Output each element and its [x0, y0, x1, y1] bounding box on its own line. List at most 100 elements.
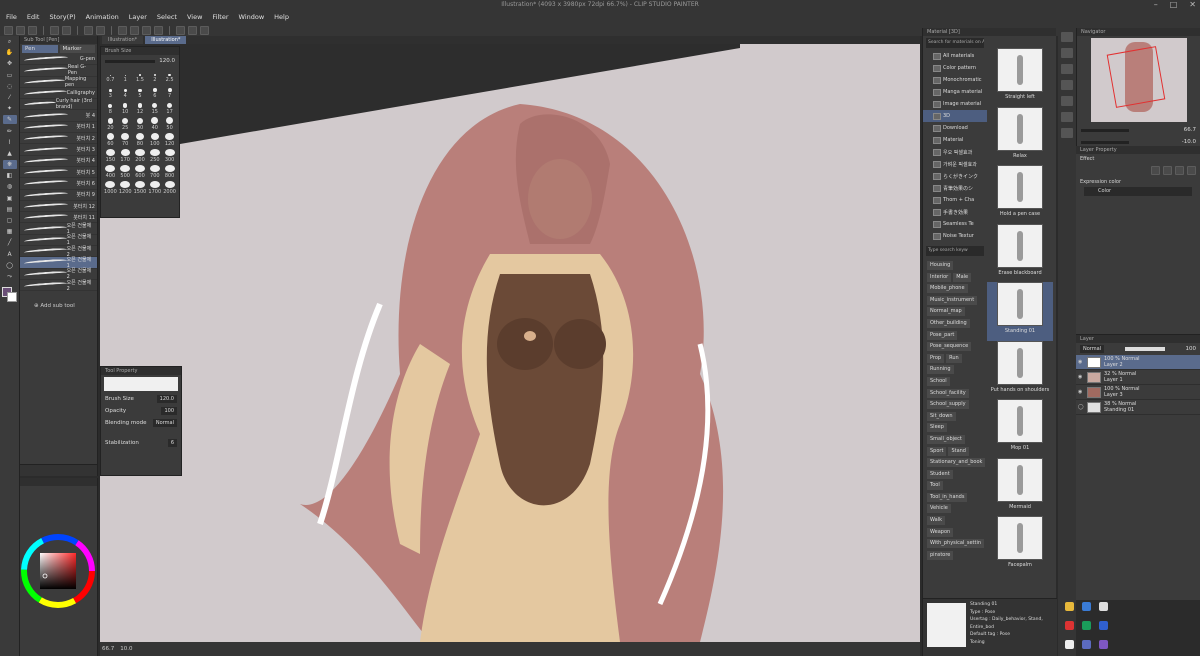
tag-chip[interactable]: Interior — [927, 272, 952, 282]
tag-chip[interactable]: Sport — [927, 446, 947, 456]
brush-size-preset[interactable]: 400 — [104, 165, 117, 179]
frame-icon[interactable]: ▦ — [3, 227, 17, 236]
menu-view[interactable]: View — [187, 13, 202, 21]
material-thumbnail-item[interactable]: Relax — [987, 106, 1053, 166]
brush-item[interactable]: Curly hair (3rd brand) — [20, 98, 97, 111]
brush-size-preset[interactable]: 800 — [163, 165, 176, 179]
brush-size-preset[interactable]: 17 — [163, 101, 176, 115]
tag-chip[interactable]: Tool — [927, 481, 943, 491]
brush-size-preset[interactable]: 100 — [148, 133, 161, 147]
brush-item[interactable]: 붓터치 9 — [20, 190, 97, 201]
pencil-icon[interactable]: ✏ — [3, 127, 17, 136]
material-tree-item[interactable]: 우오 픽셀효과 — [923, 146, 987, 158]
minimize-icon[interactable]: – — [1154, 0, 1158, 9]
tag-search-input[interactable]: Type search keyw — [926, 246, 984, 256]
zoom-icon[interactable]: ⌕ — [3, 37, 17, 46]
brush-size-preset[interactable]: 300 — [163, 149, 176, 163]
correct-line-icon[interactable]: ⤳ — [3, 272, 17, 281]
extract-line-icon[interactable] — [1187, 166, 1196, 175]
shrink-selection-icon[interactable] — [154, 25, 163, 35]
tag-chip[interactable]: Run — [946, 353, 962, 363]
brush-size-preset[interactable]: 12 — [134, 101, 147, 115]
layer-row[interactable]: ◯ 38 % Normal Standing 01 — [1076, 400, 1200, 415]
info-icon[interactable] — [1061, 64, 1073, 74]
brush-size-preset[interactable]: 6 — [148, 85, 161, 99]
tag-chip[interactable]: Stand — [948, 446, 969, 456]
brush-size-preset[interactable]: 15 — [148, 101, 161, 115]
new-icon[interactable] — [4, 25, 13, 35]
zoom-readout[interactable]: 66.7 — [102, 646, 114, 652]
angle-readout[interactable]: 10.0 — [120, 646, 132, 652]
brush-size-preset[interactable]: 120 — [163, 133, 176, 147]
layer-blend-select[interactable]: Normal — [1080, 345, 1105, 353]
material-tree-item[interactable]: Color pattern — [923, 62, 987, 74]
slider-track[interactable] — [105, 59, 155, 63]
save-icon[interactable] — [28, 25, 37, 35]
brush-item[interactable]: 붓 4 — [20, 110, 97, 122]
stabilization-field[interactable]: 6 — [167, 439, 177, 447]
brush-size-preset[interactable]: 25 — [119, 117, 132, 131]
sub-color-icon[interactable] — [7, 291, 17, 302]
brush-size-preset[interactable]: 3 — [104, 85, 117, 99]
figure-icon[interactable]: ▢ — [3, 216, 17, 225]
brush-item[interactable]: 붓터치 1 — [20, 122, 97, 134]
text-icon[interactable]: A — [3, 250, 17, 259]
tone-effect-icon[interactable] — [1163, 166, 1172, 175]
invert-selection-icon[interactable] — [130, 25, 139, 35]
opacity-field[interactable]: 100 — [161, 407, 177, 415]
brush-size-preset[interactable]: 1200 — [119, 181, 132, 195]
brush-item[interactable]: 붓터치 12 — [20, 201, 97, 213]
tab-document[interactable]: Illustration* — [102, 36, 144, 44]
material-tree-item[interactable]: 가벼운 픽셀효과 — [923, 158, 987, 170]
tray-app-icon[interactable] — [1081, 640, 1091, 649]
material-thumbnail-item[interactable]: Put hands on shoulders — [987, 340, 1053, 400]
eyedropper-icon[interactable]: ⁄ — [3, 93, 17, 102]
brush-item[interactable]: Mapping pen — [20, 76, 97, 88]
color-swatch[interactable] — [2, 286, 18, 303]
menu-layer[interactable]: Layer — [129, 13, 147, 21]
tray-app-icon[interactable] — [1081, 602, 1091, 611]
pen-icon[interactable]: ✎ — [2, 115, 17, 125]
tag-chip[interactable]: Other_building — [927, 318, 970, 328]
brush-size-preset[interactable]: 500 — [119, 165, 132, 179]
blending-mode-row[interactable]: Blending mode Normal — [101, 417, 181, 429]
tag-chip[interactable]: Prop — [927, 353, 945, 363]
layer-blend-row[interactable]: Normal 100 — [1076, 343, 1200, 355]
material-tree-item[interactable]: Thom + Cha — [923, 194, 987, 206]
brush-size-preset[interactable]: 1500 — [134, 181, 147, 195]
auto-select-icon[interactable]: ✦ — [3, 104, 17, 113]
brush-size-preset[interactable]: 5 — [134, 85, 147, 99]
illustration-canvas[interactable] — [100, 44, 920, 642]
menu-help[interactable]: Help — [274, 13, 289, 21]
add-sub-tool-button[interactable]: ⊕ Add sub tool — [20, 303, 97, 309]
brush-size-preset[interactable]: 2000 — [163, 181, 176, 195]
tag-chip[interactable]: Running — [927, 365, 954, 375]
brush-size-preset[interactable]: 40 — [148, 117, 161, 131]
color-wheel[interactable] — [20, 486, 98, 656]
tray-app-icon[interactable] — [1065, 621, 1074, 630]
tag-chip[interactable]: Male — [953, 272, 972, 282]
layer-row[interactable]: ◉ 32 % Normal Layer 1 — [1076, 370, 1200, 385]
brush-item[interactable]: 붓터치 2 — [20, 133, 97, 145]
layer-row[interactable]: ◉ 100 % Normal Layer 3 — [1076, 385, 1200, 400]
ruler-icon[interactable]: ╱ — [3, 238, 17, 247]
material-tree-item[interactable]: Seamless Te — [923, 218, 987, 230]
stabilization-row[interactable]: Stabilization 6 — [101, 437, 181, 449]
opacity-row[interactable]: Opacity 100 — [101, 405, 181, 417]
brush-size-preset[interactable]: 200 — [134, 149, 147, 163]
eye-icon[interactable]: ◯ — [1078, 404, 1084, 410]
canvas-area[interactable]: Illustration* Illustration* — [100, 36, 920, 642]
brush-size-preset[interactable]: 8 — [104, 101, 117, 115]
sub-view-icon[interactable] — [1061, 48, 1073, 58]
tray-app-icon[interactable] — [1098, 602, 1108, 611]
blending-mode-select[interactable]: Normal — [152, 419, 177, 427]
brush-item[interactable]: 붓터치 5 — [20, 167, 97, 179]
brush-size-preset[interactable]: 0.7 — [104, 69, 117, 83]
snap-grid-icon[interactable] — [188, 25, 197, 35]
tag-chip[interactable]: Stationary_and_book — [927, 458, 986, 468]
menu-window[interactable]: Window — [239, 13, 265, 21]
tag-chip[interactable]: Sleep — [927, 423, 947, 433]
menu-edit[interactable]: Edit — [27, 13, 40, 21]
navigator-icon[interactable] — [1061, 32, 1073, 42]
tag-chip[interactable]: School — [927, 376, 950, 386]
